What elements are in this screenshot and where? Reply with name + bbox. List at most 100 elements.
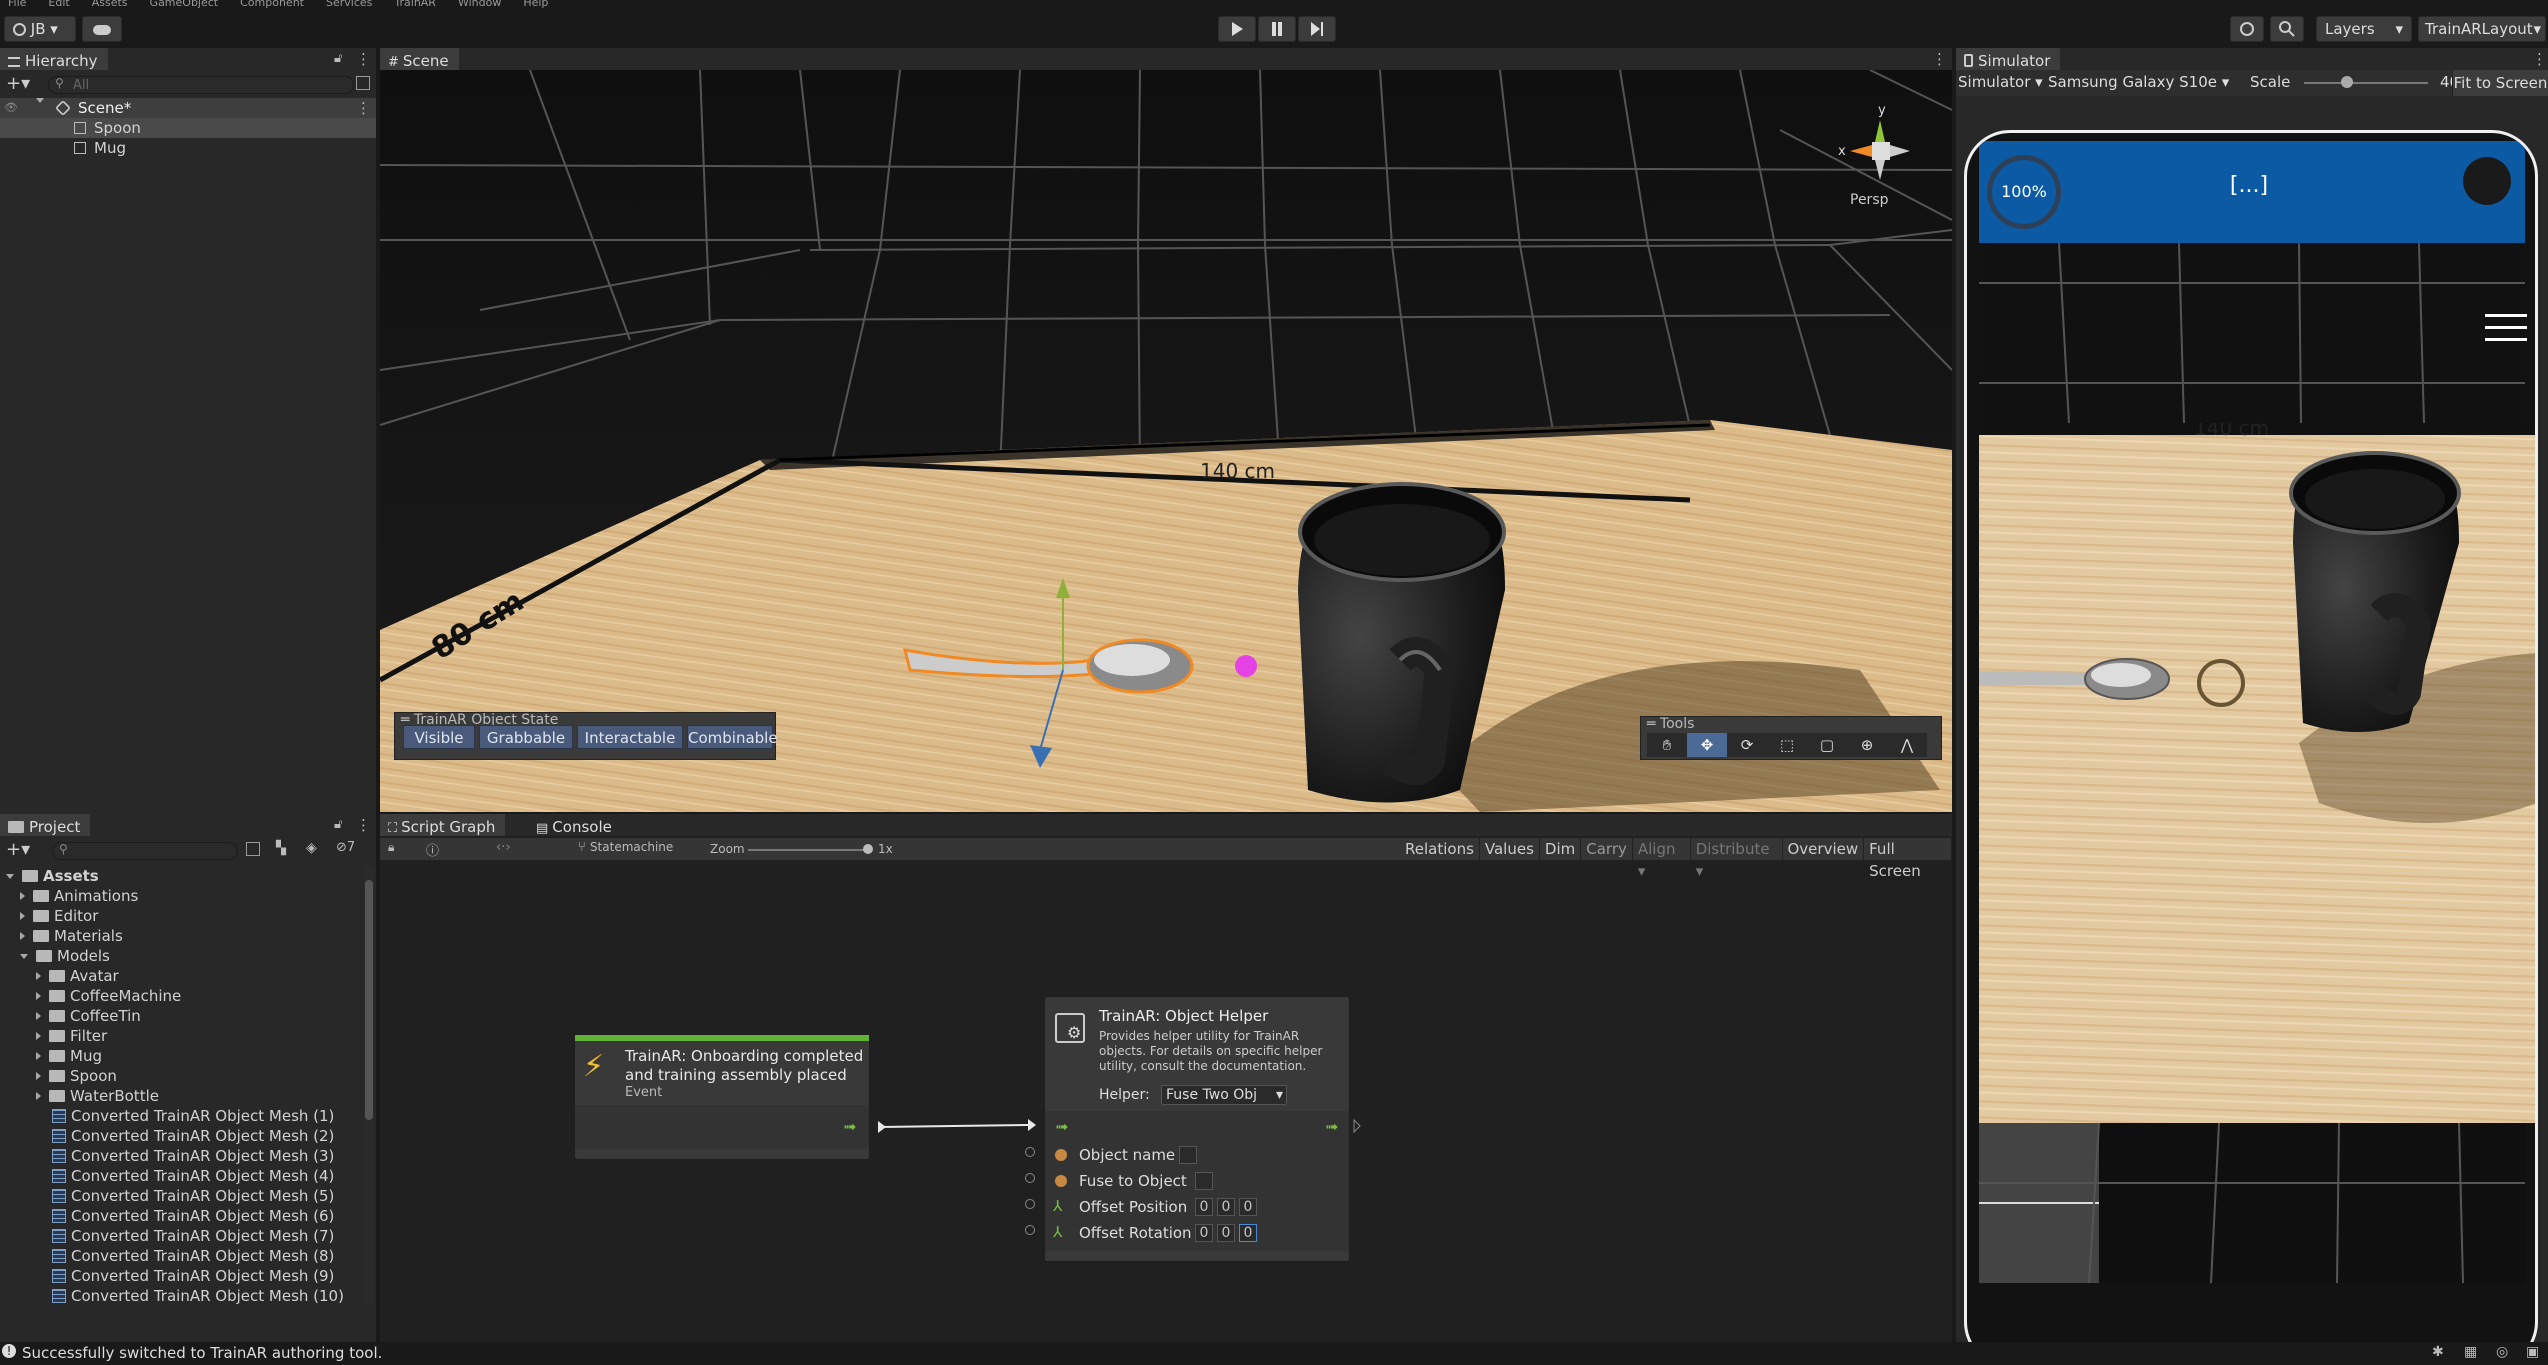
cloud-button[interactable] bbox=[82, 16, 122, 42]
add-icon[interactable]: +▾ bbox=[6, 73, 30, 94]
tree-mesh-item[interactable]: Converted TrainAR Object Mesh (1) bbox=[52, 1106, 334, 1126]
menu-trainar[interactable]: TrainAR bbox=[394, 0, 436, 9]
menu-file[interactable]: File bbox=[8, 0, 26, 9]
expand-arrow-icon[interactable] bbox=[20, 912, 25, 920]
search-button[interactable] bbox=[2270, 16, 2304, 42]
offset-position-x[interactable]: 0 bbox=[1195, 1198, 1213, 1216]
lock-icon[interactable]: 🔓︎ bbox=[334, 817, 342, 832]
tree-folder[interactable]: Avatar bbox=[36, 966, 119, 986]
play-button[interactable] bbox=[1218, 16, 1256, 42]
tree-mesh-item[interactable]: Converted TrainAR Object Mesh (5) bbox=[52, 1186, 334, 1206]
fuse-to-object-field[interactable] bbox=[1195, 1172, 1213, 1190]
menu-help[interactable]: Help bbox=[523, 0, 548, 9]
hamburger-menu-icon[interactable] bbox=[2485, 311, 2527, 341]
layers-dropdown[interactable]: Layers ▾ bbox=[2316, 16, 2412, 42]
expand-arrow-icon[interactable] bbox=[20, 892, 25, 900]
expand-arrow-icon[interactable] bbox=[36, 98, 44, 103]
simulator-mode-dropdown[interactable]: Simulator ▾ bbox=[1958, 73, 2043, 91]
event-node[interactable]: ⚡︎ TrainAR: Onboarding completed and tra… bbox=[574, 1034, 870, 1160]
input-port-circle[interactable] bbox=[1025, 1199, 1035, 1209]
tab-hierarchy[interactable]: Hierarchy bbox=[0, 48, 108, 70]
visible-toggle[interactable]: Visible bbox=[403, 725, 475, 749]
pause-button[interactable] bbox=[1258, 16, 1296, 42]
tree-mesh-item[interactable]: Converted TrainAR Object Mesh (9) bbox=[52, 1266, 334, 1286]
tab-simulator[interactable]: Simulator bbox=[1956, 48, 2061, 70]
tree-folder[interactable]: Spoon bbox=[36, 1066, 117, 1086]
tree-mesh-item[interactable]: Converted TrainAR Object Mesh (7) bbox=[52, 1226, 334, 1246]
menu-services[interactable]: Services bbox=[326, 0, 372, 9]
history-button[interactable] bbox=[2230, 16, 2264, 42]
tree-folder[interactable]: CoffeeTin bbox=[36, 1006, 141, 1026]
rect-tool-icon[interactable]: ▢ bbox=[1807, 733, 1847, 757]
tree-mesh-item[interactable]: Converted TrainAR Object Mesh (6) bbox=[52, 1206, 334, 1226]
tree-mesh-item[interactable]: Converted TrainAR Object Mesh (2) bbox=[52, 1126, 334, 1146]
offset-position-z[interactable]: 0 bbox=[1239, 1198, 1257, 1216]
tab-scene[interactable]: # Scene bbox=[380, 48, 459, 70]
offset-rotation-x[interactable]: 0 bbox=[1195, 1224, 1213, 1242]
hand-tool-icon[interactable]: ✋︎ bbox=[1647, 733, 1687, 757]
input-port-circle[interactable] bbox=[1025, 1147, 1035, 1157]
vector3-port-icon[interactable]: ⅄ bbox=[1053, 1197, 1062, 1215]
interactable-toggle[interactable]: Interactable bbox=[577, 725, 683, 749]
project-search-input[interactable]: ⚲ bbox=[52, 842, 238, 860]
tree-folder[interactable]: Materials bbox=[20, 926, 123, 946]
search-by-type-icon[interactable] bbox=[246, 842, 260, 856]
expand-arrow-icon[interactable] bbox=[36, 972, 41, 980]
device-dropdown[interactable]: Samsung Galaxy S10e ▾ bbox=[2048, 73, 2229, 91]
vector3-port-icon[interactable]: ⅄ bbox=[1053, 1223, 1062, 1241]
expand-arrow-icon[interactable] bbox=[36, 1052, 41, 1060]
scale-slider-handle[interactable] bbox=[2341, 76, 2354, 88]
menu-gameobject[interactable]: GameObject bbox=[150, 0, 219, 9]
expand-arrow-icon[interactable] bbox=[20, 932, 25, 940]
search-options-icon[interactable] bbox=[356, 76, 370, 90]
offset-rotation-y[interactable]: 0 bbox=[1217, 1224, 1235, 1242]
input-port-circle[interactable] bbox=[1025, 1173, 1035, 1183]
expand-arrow-icon[interactable] bbox=[36, 1072, 41, 1080]
tree-folder[interactable]: Filter bbox=[36, 1026, 107, 1046]
tree-folder[interactable]: Mug bbox=[36, 1046, 102, 1066]
expand-arrow-icon[interactable] bbox=[6, 874, 14, 879]
network-icon[interactable]: ◎ bbox=[2496, 1344, 2508, 1360]
project-scrollbar[interactable] bbox=[364, 866, 374, 1306]
grabbable-toggle[interactable]: Grabbable bbox=[479, 725, 573, 749]
hierarchy-item-spoon[interactable]: Spoon bbox=[0, 118, 376, 138]
bug-icon[interactable]: ✱ bbox=[2432, 1344, 2444, 1360]
tree-folder-models[interactable]: Models bbox=[20, 946, 110, 966]
scene-viewport[interactable]: 140 cm 80 cm y x Persp ═ TrainAR Object … bbox=[380, 70, 1952, 812]
tree-folder[interactable]: WaterBottle bbox=[36, 1086, 159, 1106]
cache-server-icon[interactable]: ▦ bbox=[2464, 1344, 2477, 1360]
scene-row[interactable]: 👁︎ Scene* ⋮ bbox=[0, 98, 376, 118]
expand-arrow-icon[interactable] bbox=[36, 992, 41, 1000]
hidden-packages-icon[interactable]: ⊘7 bbox=[336, 840, 355, 855]
rotate-tool-icon[interactable]: ⟳ bbox=[1727, 733, 1767, 757]
helper-dropdown[interactable]: Fuse Two Obj ▾ bbox=[1161, 1085, 1287, 1105]
expand-arrow-icon[interactable] bbox=[36, 1032, 41, 1040]
tree-mesh-item[interactable]: Converted TrainAR Object Mesh (8) bbox=[52, 1246, 334, 1266]
add-icon[interactable]: +▾ bbox=[6, 839, 30, 860]
offset-position-y[interactable]: 0 bbox=[1217, 1198, 1235, 1216]
kebab-menu-icon[interactable]: ⋮ bbox=[1932, 50, 1947, 68]
status-message[interactable]: Successfully switched to TrainAR authori… bbox=[22, 1344, 382, 1362]
flow-output-icon[interactable]: ➟ bbox=[843, 1117, 856, 1136]
kebab-menu-icon[interactable]: ⋮ bbox=[2532, 50, 2547, 68]
custom-tool-icon[interactable]: ⋀ bbox=[1887, 733, 1927, 757]
progress-icon[interactable]: ▣ bbox=[2526, 1344, 2539, 1360]
input-port-circle[interactable] bbox=[1025, 1225, 1035, 1235]
combinable-toggle[interactable]: Combinable bbox=[687, 725, 778, 749]
menu-window[interactable]: Window bbox=[458, 0, 501, 9]
tree-mesh-item[interactable]: Converted TrainAR Object Mesh (10) bbox=[52, 1286, 344, 1306]
flow-output-icon[interactable]: ➟ bbox=[1325, 1117, 1338, 1136]
perspective-label[interactable]: Persp bbox=[1850, 192, 1889, 208]
expand-arrow-icon[interactable] bbox=[36, 1012, 41, 1020]
kebab-menu-icon[interactable]: ⋮ bbox=[356, 98, 371, 118]
transform-tool-icon[interactable]: ⊕ bbox=[1847, 733, 1887, 757]
kebab-menu-icon[interactable]: ⋮ bbox=[356, 816, 371, 834]
step-button[interactable] bbox=[1298, 16, 1336, 42]
offset-rotation-z[interactable]: 0 bbox=[1239, 1224, 1257, 1242]
move-tool-icon[interactable]: ✥ bbox=[1687, 733, 1727, 757]
kebab-menu-icon[interactable]: ⋮ bbox=[356, 50, 371, 68]
lock-icon[interactable]: 🔓︎ bbox=[334, 51, 342, 66]
object-helper-node[interactable]: ⚙ TrainAR: Object Helper Provides helper… bbox=[1044, 996, 1350, 1262]
scale-tool-icon[interactable]: ⬚ bbox=[1767, 733, 1807, 757]
tree-mesh-item[interactable]: Converted TrainAR Object Mesh (4) bbox=[52, 1166, 334, 1186]
